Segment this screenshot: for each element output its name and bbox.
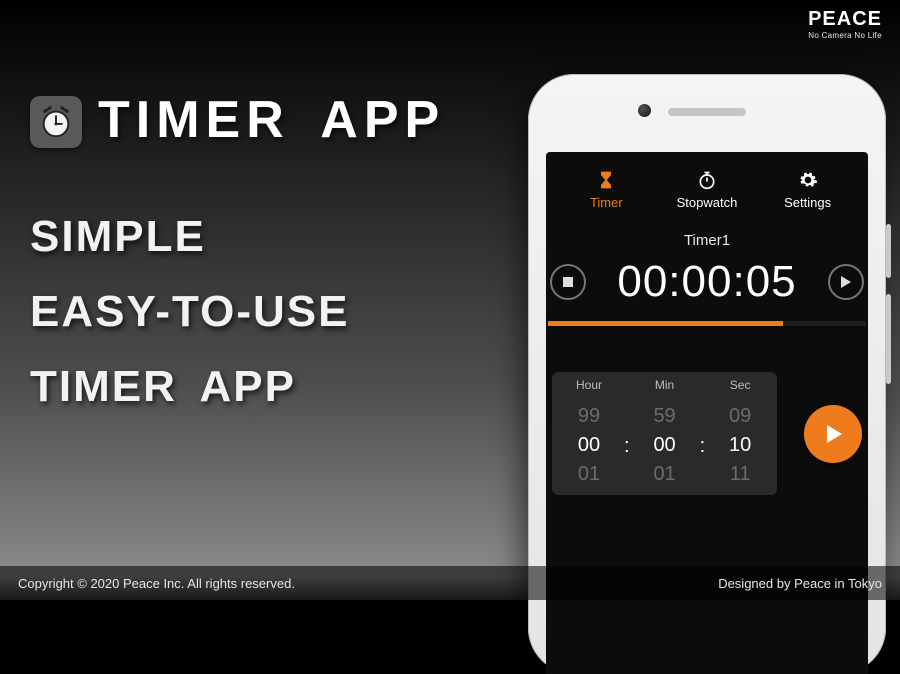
hour-below: 01 <box>578 460 600 489</box>
sec-below: 11 <box>730 460 751 489</box>
min-label: Min <box>655 378 674 392</box>
play-icon <box>821 422 845 446</box>
stop-icon <box>562 276 574 288</box>
second-column[interactable]: Sec 09 10 11 <box>715 378 765 489</box>
tab-label: Timer <box>590 195 623 210</box>
hour-selected: 00 <box>578 431 600 460</box>
brand-name: PEACE <box>808 8 882 31</box>
progress-bar[interactable] <box>548 321 866 326</box>
play-small-icon <box>840 275 852 289</box>
front-camera-icon <box>638 104 651 117</box>
timer-name-label: Timer1 <box>546 232 868 249</box>
start-button[interactable] <box>804 405 862 463</box>
alarm-clock-icon <box>37 103 75 141</box>
sec-label: Sec <box>730 378 751 392</box>
stop-button[interactable] <box>550 264 586 300</box>
colon-separator: : <box>700 435 706 458</box>
page-title: TIMER APP <box>98 90 445 150</box>
tab-bar: Timer Stopwatch Settings <box>546 152 868 218</box>
tab-label: Stopwatch <box>677 195 738 210</box>
speaker-grill <box>668 108 746 116</box>
min-above: 59 <box>653 402 675 431</box>
tab-settings[interactable]: Settings <box>758 170 858 210</box>
slogan-line: EASY-TO-USE <box>30 275 349 350</box>
colon-separator: : <box>624 435 630 458</box>
stopwatch-icon <box>697 170 717 190</box>
min-selected: 00 <box>653 431 675 460</box>
time-picker[interactable]: Hour 99 00 01 : Min 59 00 01 : Sec 09 10 <box>552 372 777 495</box>
slogan-line: TIMER APP <box>30 350 349 425</box>
minute-column[interactable]: Min 59 00 01 <box>640 378 690 489</box>
time-picker-zone: Hour 99 00 01 : Min 59 00 01 : Sec 09 10 <box>546 372 868 495</box>
slogan: SIMPLE EASY-TO-USE TIMER APP <box>30 200 349 424</box>
slogan-line: SIMPLE <box>30 200 349 275</box>
progress-fill <box>548 321 783 326</box>
hour-above: 99 <box>578 402 600 431</box>
gear-icon <box>798 170 818 190</box>
brand-logo: PEACE No Camera No Life <box>808 8 882 40</box>
next-button[interactable] <box>828 264 864 300</box>
elapsed-time-display: 00:00:05 <box>586 257 828 307</box>
sec-selected: 10 <box>729 431 751 460</box>
app-logo-icon <box>30 96 82 148</box>
hourglass-icon <box>596 170 616 190</box>
brand-tagline: No Camera No Life <box>808 31 882 40</box>
tab-label: Settings <box>784 195 831 210</box>
min-below: 01 <box>653 460 675 489</box>
copyright-text: Copyright © 2020 Peace Inc. All rights r… <box>18 576 295 591</box>
hour-label: Hour <box>576 378 602 392</box>
hour-column[interactable]: Hour 99 00 01 <box>564 378 614 489</box>
tab-stopwatch[interactable]: Stopwatch <box>657 170 757 210</box>
timer-display-row: 00:00:05 <box>546 249 868 307</box>
sec-above: 09 <box>729 402 751 431</box>
designed-by-text: Designed by Peace in Tokyo <box>718 576 882 591</box>
footer-bar: Copyright © 2020 Peace Inc. All rights r… <box>0 566 900 600</box>
tab-timer[interactable]: Timer <box>557 170 657 210</box>
